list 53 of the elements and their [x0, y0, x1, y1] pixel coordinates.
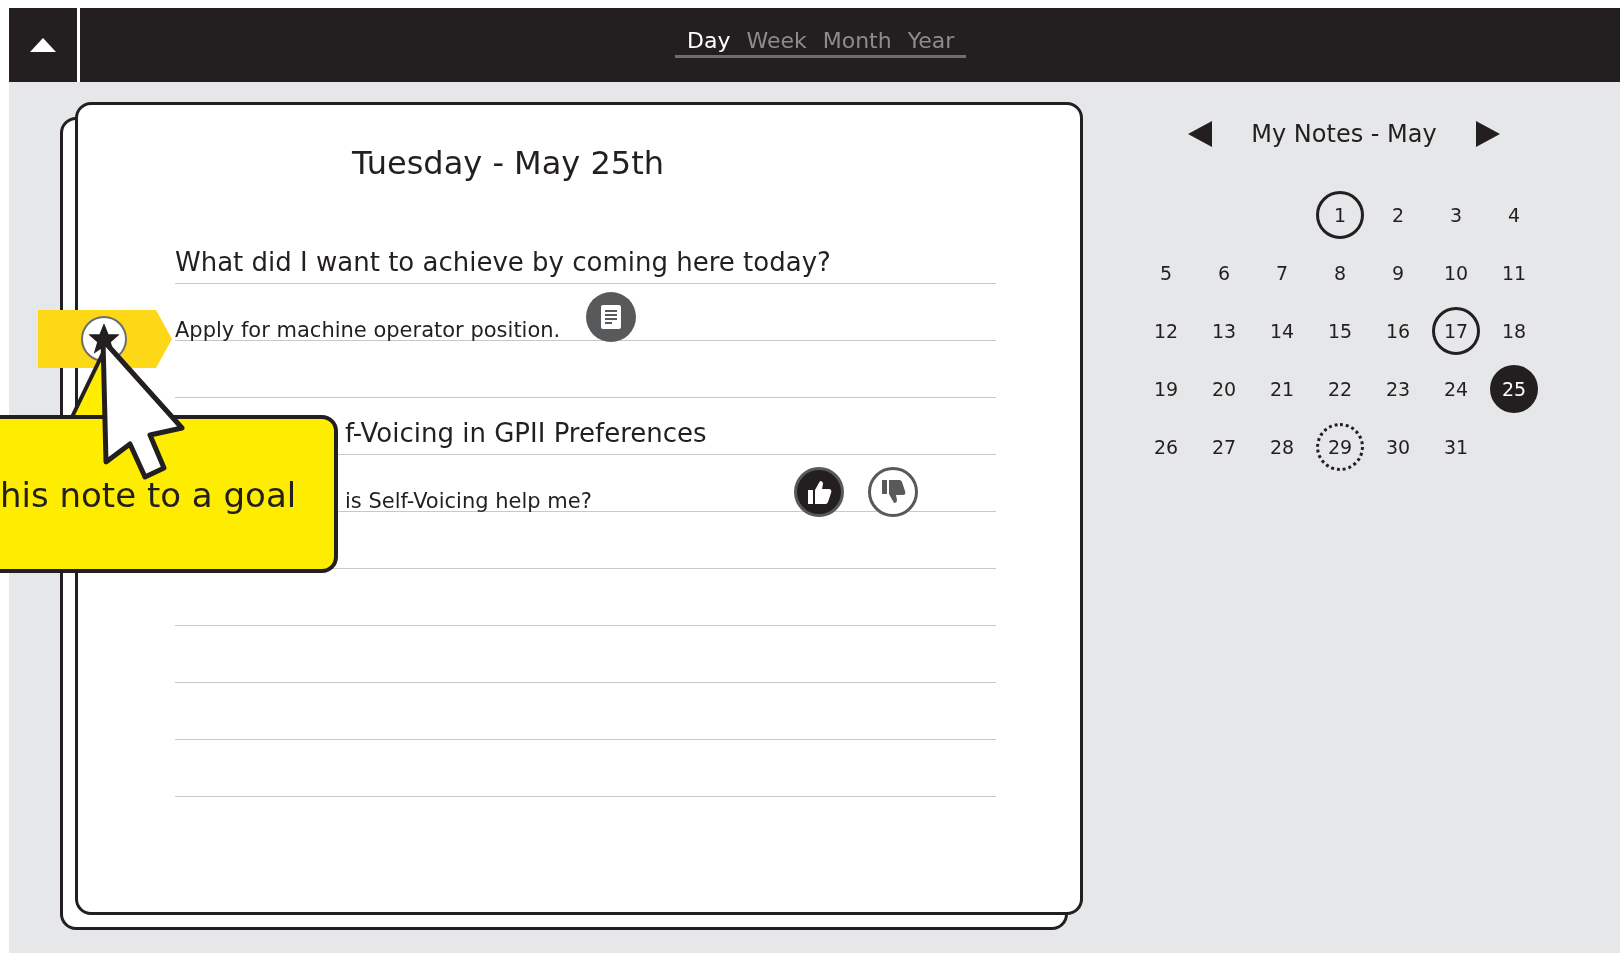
question-heading: What did I want to achieve by coming here today?: [175, 246, 831, 279]
tooltip: his note to a goal: [0, 415, 338, 573]
thumbs-up-icon: [805, 478, 833, 506]
page-title: Tuesday - May 25th: [351, 143, 665, 184]
previous-month-button[interactable]: [1188, 121, 1212, 147]
calendar-day[interactable]: 13: [1200, 307, 1248, 355]
next-month-button[interactable]: [1476, 121, 1500, 147]
view-tab[interactable]: Year: [901, 28, 961, 53]
view-tab[interactable]: Week: [740, 28, 813, 53]
calendar-day[interactable]: 12: [1142, 307, 1190, 355]
note-text: is Self-Voicing help me?: [345, 488, 592, 515]
calendar-day[interactable]: 6: [1200, 249, 1248, 297]
calendar-day[interactable]: 11: [1490, 249, 1538, 297]
thumbs-up-button[interactable]: [794, 467, 844, 517]
calendar-day[interactable]: 25: [1490, 365, 1538, 413]
calendar-day[interactable]: 3: [1432, 191, 1480, 239]
calendar-day[interactable]: 9: [1374, 249, 1422, 297]
calendar-day[interactable]: 18: [1490, 307, 1538, 355]
up-arrow-icon: [30, 38, 56, 52]
note-text: Apply for machine operator position.: [175, 317, 561, 344]
calendar-day[interactable]: 20: [1200, 365, 1248, 413]
calendar-day[interactable]: 4: [1490, 191, 1538, 239]
calendar-day[interactable]: 2: [1374, 191, 1422, 239]
document-icon: [600, 304, 623, 330]
thumbs-down-button[interactable]: [868, 467, 918, 517]
calendar-day[interactable]: 10: [1432, 249, 1480, 297]
calendar-day[interactable]: 27: [1200, 423, 1248, 471]
calendar-day[interactable]: 29: [1316, 423, 1364, 471]
calendar-day[interactable]: 22: [1316, 365, 1364, 413]
calendar-day[interactable]: 17: [1432, 307, 1480, 355]
thumbs-down-icon: [879, 478, 907, 506]
left-triangle-icon: [1188, 121, 1212, 147]
calendar-day[interactable]: 23: [1374, 365, 1422, 413]
right-triangle-icon: [1476, 121, 1500, 147]
calendar-day[interactable]: 14: [1258, 307, 1306, 355]
calendar-day[interactable]: 8: [1316, 249, 1364, 297]
question-heading: f-Voicing in GPII Preferences: [345, 417, 707, 450]
calendar-day[interactable]: 24: [1432, 365, 1480, 413]
calendar-day[interactable]: 26: [1142, 423, 1190, 471]
calendar-title: My Notes - May: [1251, 120, 1437, 148]
note-button[interactable]: [586, 292, 637, 342]
calendar-day[interactable]: 19: [1142, 365, 1190, 413]
calendar-day[interactable]: 30: [1374, 423, 1422, 471]
calendar-day[interactable]: 5: [1142, 249, 1190, 297]
view-tab[interactable]: Day: [681, 28, 737, 53]
view-tab[interactable]: Month: [816, 28, 898, 53]
calendar-day[interactable]: 16: [1374, 307, 1422, 355]
calendar-day[interactable]: 28: [1258, 423, 1306, 471]
calendar-day[interactable]: 7: [1258, 249, 1306, 297]
calendar-day[interactable]: 31: [1432, 423, 1480, 471]
calendar-day[interactable]: 21: [1258, 365, 1306, 413]
calendar-day[interactable]: 15: [1316, 307, 1364, 355]
calendar-day[interactable]: 1: [1316, 191, 1364, 239]
